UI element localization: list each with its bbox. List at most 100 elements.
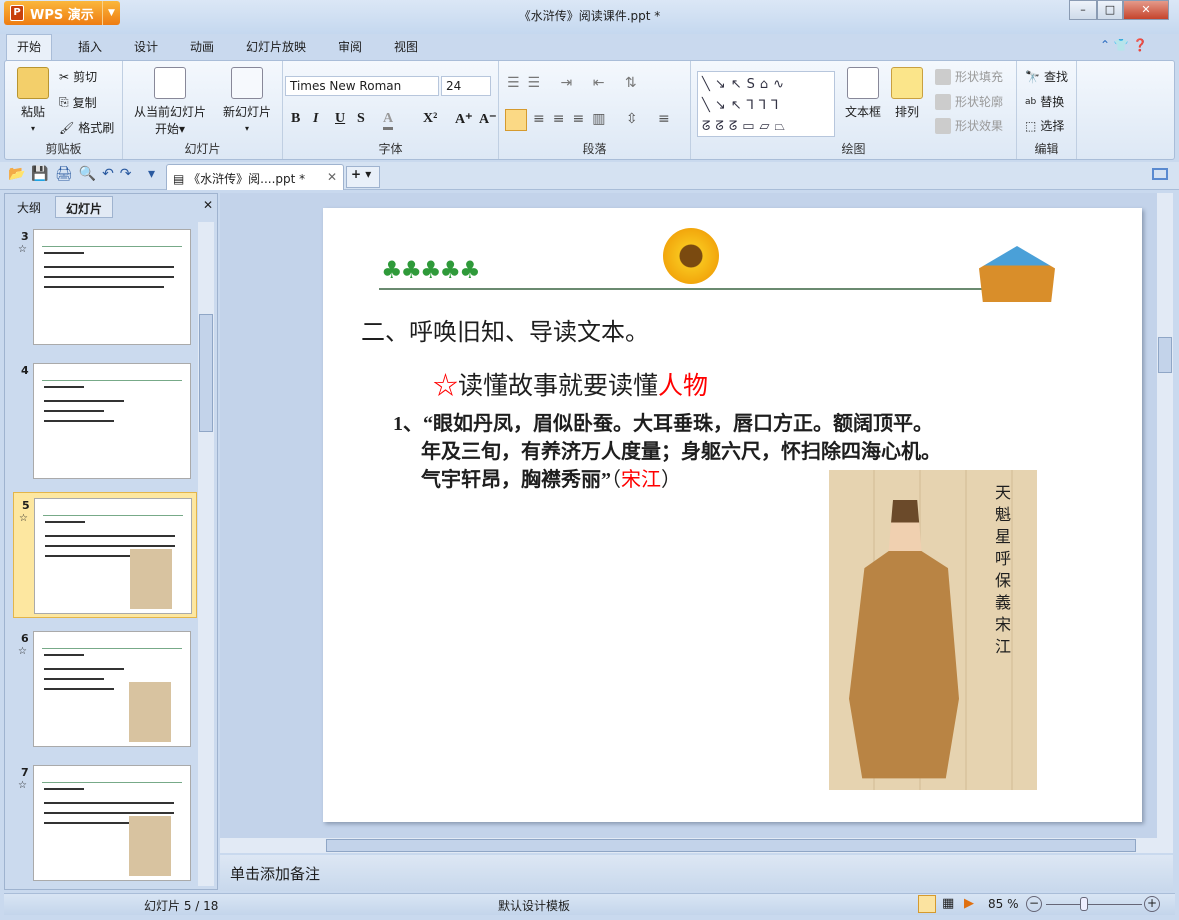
tab-insert[interactable]: 插入 xyxy=(74,38,106,55)
shrink-font-button[interactable]: A⁻ xyxy=(479,111,497,128)
fill-icon xyxy=(935,68,951,85)
slides-group: 从当前幻灯片 开始▾ 新幻灯片 ▾ 幻灯片 xyxy=(123,61,283,159)
zoom-out-button[interactable]: − xyxy=(1026,896,1042,912)
thumbnail-scrollbar[interactable] xyxy=(198,222,214,886)
subheading-text: 读懂故事就要读懂 xyxy=(458,373,659,400)
align-left-button[interactable] xyxy=(505,109,527,131)
slide-panel: 大纲 幻灯片 ✕ 3 ☆ 4 5 ☆ 6 ☆ 7 ☆ xyxy=(4,193,218,890)
app-name: WPS 演示 xyxy=(30,7,94,23)
document-tab[interactable]: ▤ 《水浒传》阅....ppt * ✕ xyxy=(166,164,344,190)
font-size-select[interactable]: 24 xyxy=(441,76,491,96)
zoom-slider[interactable] xyxy=(1046,904,1142,905)
slideshow-icon xyxy=(154,67,186,99)
window-layout-icon[interactable] xyxy=(1152,168,1168,180)
text-box-button[interactable]: 文本框 xyxy=(841,67,885,120)
tab-view[interactable]: 视图 xyxy=(390,38,422,55)
shadow-button[interactable]: S xyxy=(357,111,365,127)
thumbnail-preview xyxy=(34,498,192,614)
skin-icon[interactable]: 👕 xyxy=(1114,38,1129,52)
drawing-group: ╲↘↖S⌂∿ ╲↘↖⅂⅂⅂ ᘔᘔᘔ▭▱⏢ 文本框 排列 形状填充 形状轮廓 形状效果… xyxy=(691,61,1017,159)
italic-button[interactable]: I xyxy=(313,111,318,127)
new-tab-button[interactable]: + ▾ xyxy=(346,166,380,188)
underline-button[interactable]: U xyxy=(335,111,345,127)
slide-thumbnail[interactable]: 5 ☆ xyxy=(13,492,197,618)
maximize-button[interactable]: □ xyxy=(1097,0,1123,20)
slideshow-button[interactable]: ▶ xyxy=(964,896,974,911)
format-painter-button[interactable]: 🖌 格式刷 xyxy=(59,119,114,136)
new-slide-button[interactable]: 新幻灯片 ▾ xyxy=(217,67,277,134)
animation-star-icon: ☆ xyxy=(18,646,27,657)
slide-sorter-button[interactable]: ▦ xyxy=(942,896,954,911)
tab-design[interactable]: 设计 xyxy=(130,38,162,55)
thumbnail-number: 7 xyxy=(21,766,29,779)
cut-button[interactable]: ✂ 剪切 xyxy=(59,68,97,85)
thumbnail-number: 6 xyxy=(21,632,29,645)
horizontal-scrollbar[interactable] xyxy=(220,838,1157,853)
tab-slideshow[interactable]: 幻灯片放映 xyxy=(242,38,310,55)
zoom-in-button[interactable]: + xyxy=(1144,896,1160,912)
font-name-select[interactable]: Times New Roman xyxy=(285,76,439,96)
slide-thumbnail[interactable]: 4 xyxy=(13,358,197,484)
subheading-highlight: 人物 xyxy=(658,373,709,400)
editing-group-label: 编辑 xyxy=(1034,142,1059,156)
copy-button[interactable]: ⎘ 复制 xyxy=(59,94,97,111)
shape-effect-label: 形状效果 xyxy=(955,119,1004,133)
cut-label: 剪切 xyxy=(73,70,98,84)
animation-star-icon: ☆ xyxy=(19,513,28,524)
close-button[interactable]: ✕ xyxy=(1123,0,1169,20)
quote-line: 气宇轩昂，胸襟秀丽” xyxy=(421,469,611,491)
play-from-current-button[interactable]: 从当前幻灯片 开始▾ xyxy=(127,67,213,137)
wps-logo-icon: P xyxy=(10,5,24,21)
minimize-button[interactable]: – xyxy=(1069,0,1097,20)
slide-thumbnail[interactable]: 3 ☆ xyxy=(13,224,197,350)
wps-menu-button[interactable]: P WPS 演示 ▼ xyxy=(4,1,120,25)
slide-thumbnail[interactable]: 6 ☆ xyxy=(13,626,197,752)
figure-illustration xyxy=(849,500,959,779)
arrange-button[interactable]: 排列 xyxy=(889,67,925,120)
notes-pane[interactable]: 单击添加备注 xyxy=(220,855,1173,891)
clipboard-group-label: 剪贴板 xyxy=(45,142,82,156)
grow-font-button[interactable]: A⁺ xyxy=(455,111,473,128)
tab-review[interactable]: 审阅 xyxy=(334,38,366,55)
slide-thumbnail[interactable]: 7 ☆ xyxy=(13,760,197,886)
header-line xyxy=(379,288,1019,290)
slide-canvas[interactable]: ♣♣♣♣♣ 二、呼唤旧知、导读文本。 ☆读懂故事就要读懂人物 1、“眼如丹凤，眉… xyxy=(323,208,1142,822)
quick-access-icons[interactable]: 📂💾🖨🔍↶↷ ▾ xyxy=(8,166,161,182)
align-buttons[interactable]: ≡≡≡▥ ⇳ ≡ xyxy=(533,111,678,127)
superscript-button[interactable]: X² xyxy=(423,111,437,127)
replace-button[interactable]: ab 替换 xyxy=(1025,93,1064,110)
bold-button[interactable]: B xyxy=(291,111,300,127)
scroll-thumb[interactable] xyxy=(199,314,213,432)
tab-outline[interactable]: 大纲 xyxy=(7,196,51,218)
help-icon[interactable]: ❓ xyxy=(1133,38,1148,52)
select-button[interactable]: ⬚ 选择 xyxy=(1025,117,1064,134)
paste-button[interactable]: 粘贴 ▾ xyxy=(11,67,55,134)
shape-fill-label: 形状填充 xyxy=(955,70,1004,84)
ribbon-icons: ⌃ 👕 ❓ xyxy=(1100,38,1148,52)
tab-animation[interactable]: 动画 xyxy=(186,38,218,55)
list-buttons[interactable]: ☰☰ ⇥ ⇤ ⇅ xyxy=(507,75,645,91)
scroll-thumb[interactable] xyxy=(326,839,1136,852)
find-button[interactable]: 🔭 查找 xyxy=(1025,68,1068,85)
brush-icon: 🖌 xyxy=(59,120,75,135)
chevron-down-icon[interactable]: ▼ xyxy=(102,1,120,25)
close-pane-button[interactable]: ✕ xyxy=(203,198,213,212)
shapes-gallery[interactable]: ╲↘↖S⌂∿ ╲↘↖⅂⅂⅂ ᘔᘔᘔ▭▱⏢ xyxy=(697,71,835,137)
paste-label: 粘贴 xyxy=(20,105,45,119)
normal-view-button[interactable] xyxy=(918,895,936,913)
shape-fill-button[interactable]: 形状填充 xyxy=(935,68,1003,85)
status-bar: 幻灯片 5 / 18 默认设计模板 ▦ ▶ 85 % − + xyxy=(4,893,1175,915)
vertical-scrollbar[interactable] xyxy=(1157,193,1173,853)
tab-home[interactable]: 开始 xyxy=(6,34,53,60)
shape-outline-button[interactable]: 形状轮廓 xyxy=(935,93,1003,110)
item-number: 1、 xyxy=(393,413,423,435)
find-label: 查找 xyxy=(1043,70,1068,84)
scroll-thumb[interactable] xyxy=(1158,337,1172,373)
drawing-group-label: 绘图 xyxy=(841,142,866,156)
close-tab-icon[interactable]: ✕ xyxy=(327,170,337,184)
tab-slides[interactable]: 幻灯片 xyxy=(55,196,114,218)
collapse-ribbon-icon[interactable]: ⌃ xyxy=(1100,38,1110,52)
font-color-button[interactable]: A xyxy=(383,111,394,130)
zoom-slider-thumb[interactable] xyxy=(1079,897,1088,911)
shape-effect-button[interactable]: 形状效果 xyxy=(935,117,1003,134)
